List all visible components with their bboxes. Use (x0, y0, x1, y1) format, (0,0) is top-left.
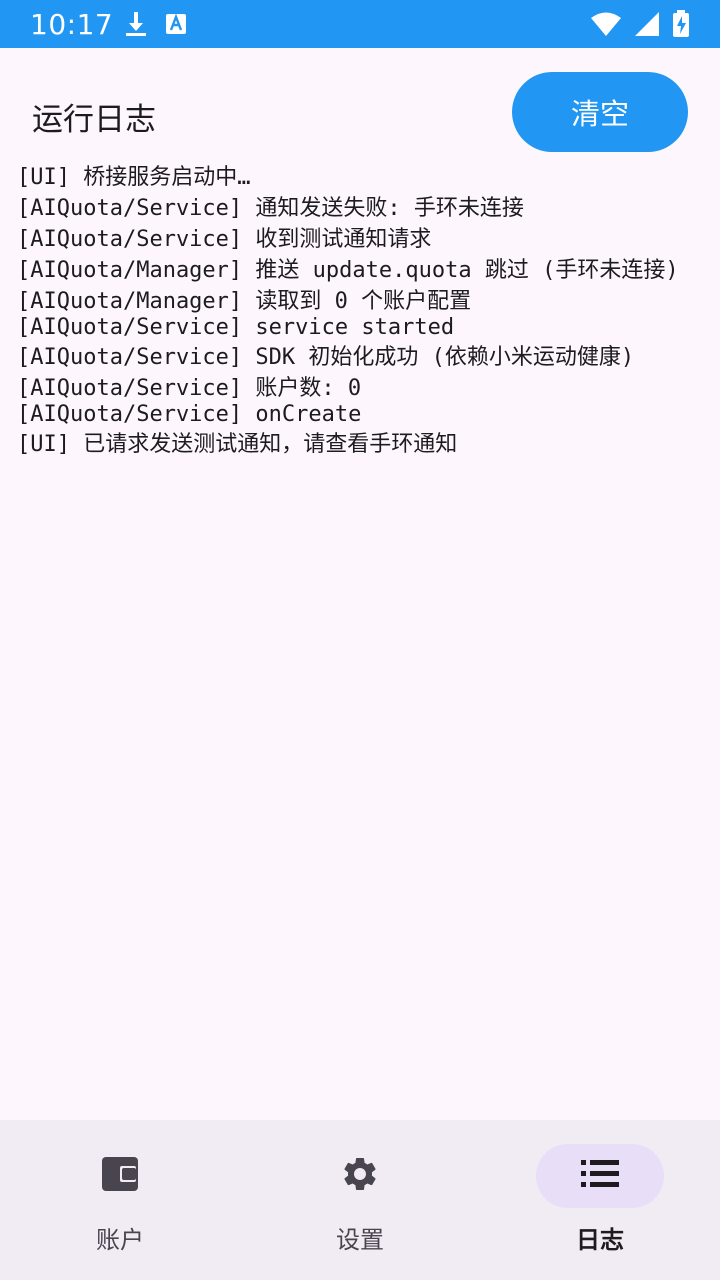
nav-indicator (296, 1144, 424, 1208)
nav-label-logs: 日志 (576, 1226, 624, 1254)
list-icon (581, 1160, 619, 1192)
log-list: [UI] 桥接服务启动中… [AIQuota/Service] 通知发送失败: … (17, 162, 707, 460)
header: 运行日志 清空 (0, 48, 720, 168)
nav-item-accounts[interactable]: 账户 (0, 1120, 240, 1280)
log-line: [UI] 已请求发送测试通知，请查看手环通知 (17, 432, 458, 457)
download-icon (125, 11, 147, 37)
nav-indicator (536, 1144, 664, 1208)
log-line: [AIQuota/Service] service started (17, 315, 455, 340)
translate-icon (165, 13, 187, 35)
log-line: [AIQuota/Service] 收到测试通知请求 (17, 227, 432, 252)
bottom-nav: 账户 设置 日志 (0, 1120, 720, 1280)
nav-label-settings: 设置 (336, 1226, 384, 1254)
page-title: 运行日志 (32, 102, 156, 138)
clear-button[interactable]: 清空 (512, 72, 688, 152)
wallet-icon (100, 1155, 140, 1197)
status-bar: 10:17 (0, 0, 720, 48)
log-line: [AIQuota/Manager] 推送 update.quota 跳过 (手环… (17, 258, 679, 283)
log-line: [AIQuota/Service] onCreate (17, 402, 362, 427)
log-line: [AIQuota/Service] SDK 初始化成功 (依赖小米运动健康) (17, 345, 635, 370)
nav-item-settings[interactable]: 设置 (240, 1120, 480, 1280)
nav-item-logs[interactable]: 日志 (480, 1120, 720, 1280)
log-line: [AIQuota/Manager] 读取到 0 个账户配置 (17, 289, 472, 314)
nav-indicator (56, 1144, 184, 1208)
log-line: [AIQuota/Service] 通知发送失败: 手环未连接 (17, 196, 524, 221)
log-line: [UI] 桥接服务启动中… (17, 165, 251, 190)
wifi-icon (590, 11, 622, 37)
cellular-signal-icon (634, 11, 660, 37)
gear-icon (340, 1154, 380, 1198)
log-line: [AIQuota/Service] 账户数: 0 (17, 376, 362, 401)
nav-label-accounts: 账户 (96, 1226, 144, 1254)
battery-charging-icon (672, 10, 690, 38)
status-time: 10:17 (30, 7, 114, 41)
